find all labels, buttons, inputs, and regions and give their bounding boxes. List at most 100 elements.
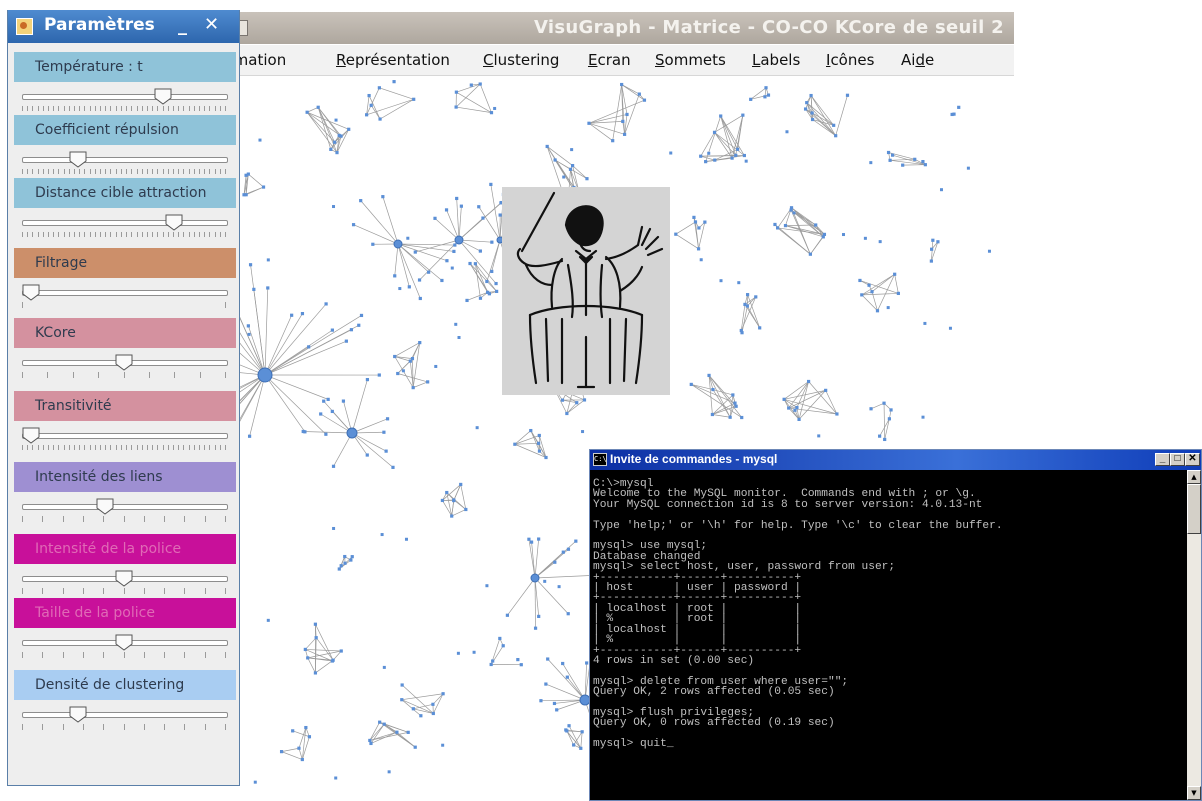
graph-node[interactable] bbox=[545, 144, 549, 149]
graph-node[interactable] bbox=[763, 95, 767, 99]
graph-node[interactable] bbox=[400, 683, 404, 687]
graph-node[interactable] bbox=[411, 707, 415, 711]
graph-node[interactable] bbox=[575, 401, 579, 405]
slider-4[interactable] bbox=[22, 284, 228, 316]
slider-thumb[interactable] bbox=[22, 284, 40, 301]
graph-node[interactable] bbox=[710, 412, 715, 417]
graph-node[interactable] bbox=[485, 584, 489, 588]
graph-node[interactable] bbox=[921, 159, 925, 164]
graph-node[interactable] bbox=[809, 93, 813, 98]
graph-node[interactable] bbox=[382, 665, 386, 669]
graph-node[interactable] bbox=[331, 464, 336, 468]
menu-labels[interactable]: Labels bbox=[752, 51, 800, 69]
graph-node[interactable] bbox=[498, 636, 502, 641]
graph-node[interactable] bbox=[341, 399, 346, 403]
graph-node[interactable] bbox=[307, 735, 312, 739]
graph-node[interactable] bbox=[261, 185, 266, 189]
graph-node[interactable] bbox=[921, 415, 925, 419]
graph-node[interactable] bbox=[445, 490, 449, 495]
graph-node[interactable] bbox=[426, 380, 430, 384]
graph-node[interactable] bbox=[764, 86, 768, 90]
graph-node[interactable] bbox=[332, 526, 336, 530]
graph-node[interactable] bbox=[333, 140, 337, 144]
graph-node[interactable] bbox=[834, 134, 838, 138]
graph-node[interactable] bbox=[305, 110, 309, 114]
graph-node[interactable] bbox=[490, 269, 494, 274]
graph-node[interactable] bbox=[797, 417, 801, 421]
graph-node[interactable] bbox=[313, 671, 318, 675]
graph-node[interactable] bbox=[587, 121, 591, 125]
graph-hub-node[interactable] bbox=[346, 427, 358, 439]
graph-node[interactable] bbox=[258, 138, 262, 142]
graph-node[interactable] bbox=[445, 259, 449, 263]
graph-node[interactable] bbox=[481, 216, 485, 220]
graph-node[interactable] bbox=[332, 205, 336, 209]
graph-node[interactable] bbox=[444, 208, 449, 212]
graph-node[interactable] bbox=[579, 746, 583, 750]
graph-node[interactable] bbox=[454, 322, 458, 326]
graph-node[interactable] bbox=[674, 232, 678, 236]
graph-node[interactable] bbox=[335, 151, 339, 155]
graph-node[interactable] bbox=[408, 359, 412, 363]
graph-node[interactable] bbox=[306, 656, 310, 660]
scroll-thumb[interactable] bbox=[1187, 484, 1201, 534]
cmd-titlebar[interactable]: C:\ Invite de commandes - mysql _ □ ✕ bbox=[590, 450, 1201, 470]
graph-node[interactable] bbox=[785, 130, 789, 134]
graph-node[interactable] bbox=[300, 757, 304, 762]
graph-node[interactable] bbox=[808, 252, 812, 256]
scroll-down-icon[interactable]: ▼ bbox=[1187, 786, 1201, 800]
graph-node[interactable] bbox=[537, 433, 541, 438]
graph-node[interactable] bbox=[803, 107, 808, 111]
slider-track[interactable] bbox=[22, 504, 228, 510]
graph-node[interactable] bbox=[464, 507, 468, 512]
graph-node[interactable] bbox=[621, 119, 625, 123]
graph-node[interactable] bbox=[712, 130, 717, 134]
graph-node[interactable] bbox=[719, 114, 723, 118]
graph-node[interactable] bbox=[842, 233, 846, 237]
graph-node[interactable] bbox=[427, 270, 431, 274]
console-output[interactable]: C:\>mysql Welcome to the MySQL monitor. … bbox=[593, 478, 1183, 749]
graph-node[interactable] bbox=[766, 93, 771, 97]
graph-node[interactable] bbox=[580, 730, 584, 734]
graph-node[interactable] bbox=[454, 105, 458, 109]
graph-node[interactable] bbox=[339, 564, 343, 568]
slider-track[interactable] bbox=[22, 433, 228, 439]
graph-node[interactable] bbox=[739, 328, 743, 333]
graph-node[interactable] bbox=[561, 661, 565, 666]
minimize-button[interactable]: _ bbox=[178, 15, 187, 36]
graph-node[interactable] bbox=[244, 193, 248, 197]
graph-node[interactable] bbox=[733, 401, 737, 405]
graph-node[interactable] bbox=[754, 295, 758, 299]
graph-node[interactable] bbox=[637, 92, 641, 96]
slider-9[interactable] bbox=[22, 634, 228, 666]
graph-node[interactable] bbox=[736, 147, 740, 151]
graph-node[interactable] bbox=[889, 408, 893, 412]
graph-node[interactable] bbox=[743, 302, 747, 307]
graph-node[interactable] bbox=[562, 175, 566, 179]
graph-node[interactable] bbox=[782, 397, 786, 401]
graph-node[interactable] bbox=[860, 293, 864, 297]
graph-node[interactable] bbox=[719, 279, 723, 283]
graph-node[interactable] bbox=[814, 223, 818, 227]
graph-node[interactable] bbox=[490, 240, 494, 244]
graph-node[interactable] bbox=[433, 216, 437, 220]
graph-node[interactable] bbox=[441, 743, 445, 747]
graph-node[interactable] bbox=[334, 776, 338, 780]
graph-node[interactable] bbox=[253, 780, 257, 784]
graph-node[interactable] bbox=[465, 298, 469, 303]
graph-node[interactable] bbox=[489, 111, 494, 115]
graph-node[interactable] bbox=[711, 387, 715, 392]
graph-node[interactable] bbox=[699, 258, 703, 262]
graph-node[interactable] bbox=[440, 278, 444, 283]
graph-node[interactable] bbox=[622, 132, 627, 136]
menu-aide[interactable]: Aide bbox=[901, 51, 934, 69]
graph-node[interactable] bbox=[810, 117, 815, 122]
graph-node[interactable] bbox=[552, 701, 557, 706]
graph-node[interactable] bbox=[832, 123, 836, 127]
graph-node[interactable] bbox=[279, 750, 284, 754]
graph-node[interactable] bbox=[923, 321, 927, 325]
graph-node[interactable] bbox=[457, 335, 461, 339]
graph-node[interactable] bbox=[758, 326, 762, 330]
graph-node[interactable] bbox=[469, 83, 473, 87]
graph-node[interactable] bbox=[343, 561, 347, 565]
